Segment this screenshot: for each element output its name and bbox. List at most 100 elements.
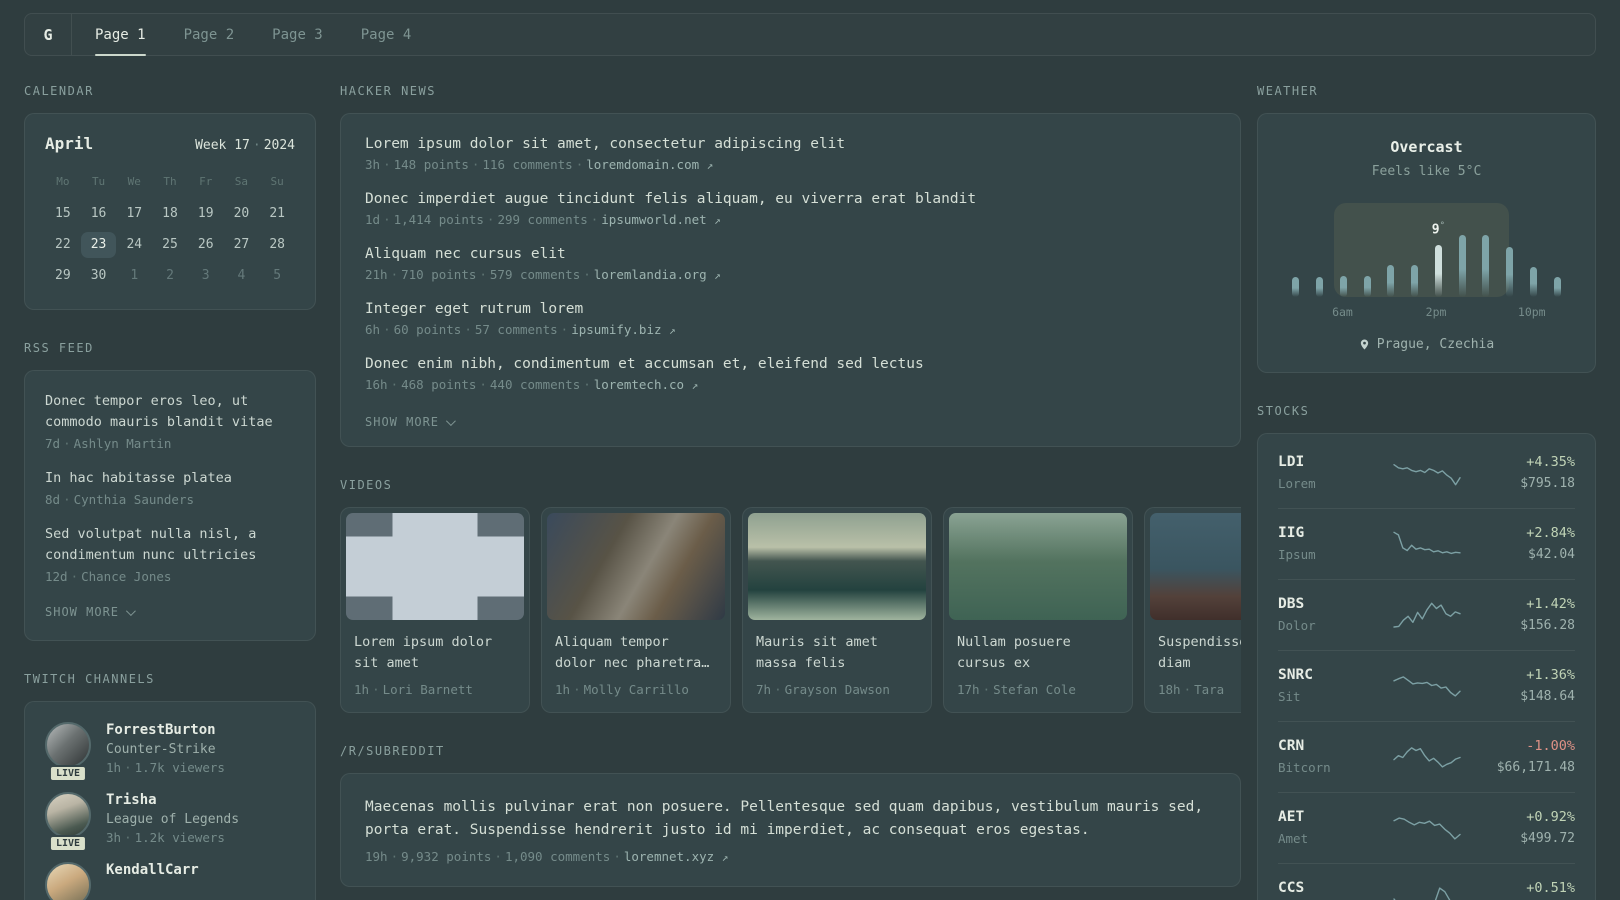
calendar-day: 2 — [166, 268, 174, 283]
twitch-channel-info: Trisha League of Legends 3h · 1.2k viewers — [106, 792, 239, 845]
hackernews-story-title[interactable]: Donec enim nibh, condimentum et accumsan… — [365, 356, 1216, 372]
post-url-link[interactable]: loremnet.xyz ↗ — [624, 849, 728, 864]
video-card[interactable]: Mauris sit amet massa felis 7h · Grayson D… — [742, 507, 932, 713]
hackernews-url-link[interactable]: loremtech.co ↗ — [594, 377, 698, 392]
calendar-day: 20 — [233, 206, 250, 221]
chevron-down-icon — [125, 605, 136, 616]
weather-bar — [1474, 205, 1498, 297]
video-title[interactable]: Lorem ipsum dolor sit amet consectetu… — [354, 632, 516, 674]
app-logo[interactable]: G — [25, 14, 72, 55]
hackernews-story-title[interactable]: Aliquam nec cursus elit — [365, 246, 1216, 262]
page-tabs: Page 1 Page 2 Page 3 Page 4 — [76, 14, 431, 56]
rss-item-title[interactable]: Sed volutpat nulla nisl, a condimentum n… — [45, 524, 295, 566]
rss-item-title[interactable]: In hac habitasse platea — [45, 468, 295, 489]
video-thumbnail[interactable] — [346, 513, 524, 620]
twitch-channel[interactable]: LIVE Trisha League of Legends 3h · 1.2k vi… — [45, 792, 295, 852]
post-comments[interactable]: 1,090 comments — [505, 849, 610, 864]
rss-item: Donec tempor eros leo, ut commodo mauris… — [45, 391, 295, 451]
hackernews-card: Lorem ipsum dolor sit amet, consectetur … — [340, 113, 1241, 447]
video-thumbnail[interactable] — [748, 513, 926, 620]
video-card[interactable]: Lorem ipsum dolor sit amet consectetu… 1… — [340, 507, 530, 713]
video-title[interactable]: Aliquam tempor dolor nec pharetra… — [555, 632, 717, 674]
dot-separator: · — [1183, 682, 1192, 697]
rss-item-title[interactable]: Donec tempor eros leo, ut commodo mauris… — [45, 391, 295, 433]
video-meta: 18h · Tara — [1158, 682, 1225, 697]
hackernews-comments-link[interactable]: 299 comments — [497, 212, 587, 227]
stock-symbol[interactable]: DBS — [1278, 596, 1374, 612]
subreddit-post-title[interactable]: Maecenas mollis pulvinar erat non posuer… — [365, 796, 1216, 842]
hackernews-comments-link[interactable]: 57 comments — [475, 322, 558, 337]
stocks-card: LDI Lorem +4.35% $795.18 IIG Ipsum +2.84… — [1257, 433, 1596, 900]
page-tab[interactable]: Page 3 — [253, 14, 342, 55]
hackernews-story-title[interactable]: Lorem ipsum dolor sit amet, consectetur … — [365, 136, 1216, 152]
stock-symbol[interactable]: IIG — [1278, 525, 1374, 541]
page-tab[interactable]: Page 2 — [165, 14, 254, 55]
rss-show-more-button[interactable]: SHOW MORE — [45, 605, 136, 619]
twitch-channel[interactable]: LIVE ForrestBurton Counter-Strike 1h · 1.7… — [45, 722, 295, 782]
calendar-weekday: Su — [270, 175, 284, 188]
weather-bar: 9° — [1427, 205, 1451, 297]
dot-separator: · — [383, 212, 391, 227]
stock-symbol[interactable]: LDI — [1278, 454, 1374, 470]
page-tab[interactable]: Page 1 — [76, 14, 165, 56]
video-title[interactable]: Nullam posuere cursus ex — [957, 632, 1119, 674]
twitch-channel-name[interactable]: Trisha — [106, 792, 239, 808]
stock-price: $795.18 — [1520, 476, 1575, 491]
calendar-weekday: Fr — [199, 175, 213, 188]
twitch-section: TWITCH CHANNELS LIVE ForrestBurton Count… — [24, 672, 316, 900]
calendar-day: 29 — [55, 268, 71, 283]
calendar-section: CALENDAR April Week 17 · 2024 Mo Tu We Th Fr Sa… — [24, 84, 316, 310]
stock-symbol[interactable]: SNRC — [1278, 667, 1374, 683]
stock-symbol[interactable]: AET — [1278, 809, 1374, 825]
hackernews-comments-link[interactable]: 440 comments — [490, 377, 580, 392]
calendar-day: 4 — [237, 268, 246, 283]
hackernews-section: HACKER NEWS Lorem ipsum dolor sit amet, … — [340, 84, 1241, 447]
stock-values: +0.92% $499.72 — [1479, 809, 1575, 846]
hackernews-url-link[interactable]: ipsumworld.net ↗ — [601, 212, 721, 227]
hackernews-url-link[interactable]: loremlandia.org ↗ — [594, 267, 721, 282]
live-badge: LIVE — [48, 835, 88, 852]
stock-row: DBS Dolor +1.42% $156.28 — [1278, 580, 1575, 651]
hackernews-story: Donec imperdiet augue tincidunt felis al… — [365, 191, 1216, 227]
calendar-day: 5 — [273, 268, 282, 283]
video-card[interactable]: Suspendisse diam 18h · Tara — [1144, 507, 1241, 713]
stock-name: Ipsum — [1278, 547, 1316, 562]
hackernews-comments-link[interactable]: 579 comments — [490, 267, 580, 282]
video-thumbnail[interactable] — [1150, 513, 1241, 620]
weather-bar — [1284, 205, 1308, 297]
video-title[interactable]: Suspendisse diam — [1158, 632, 1241, 674]
location-pin-icon — [1360, 339, 1368, 350]
hackernews-story-title[interactable]: Integer eget rutrum lorem — [365, 301, 1216, 317]
calendar-week-year: Week 17 · 2024 — [195, 138, 295, 153]
video-title[interactable]: Mauris sit amet massa felis — [756, 632, 918, 674]
weather-hour-label — [1307, 305, 1330, 319]
video-thumbnail[interactable] — [547, 513, 725, 620]
calendar-day: 18 — [162, 206, 178, 221]
calendar-day: 27 — [233, 237, 250, 252]
video-card[interactable]: Nullam posuere cursus ex 17h · Stefan Cole — [943, 507, 1133, 713]
weather-bar — [1450, 205, 1474, 297]
hackernews-comments-link[interactable]: 116 comments — [482, 157, 572, 172]
twitch-channel-name[interactable]: KendallCarr — [106, 862, 199, 878]
weather-bar — [1403, 205, 1427, 297]
stock-symbol[interactable]: CCS — [1278, 880, 1374, 896]
video-card[interactable]: Aliquam tempor dolor nec pharetra… 1h · Mo… — [541, 507, 731, 713]
hackernews-show-more-button[interactable]: SHOW MORE — [365, 415, 456, 429]
calendar-day: 30 — [90, 268, 107, 283]
twitch-channel[interactable]: KendallCarr — [45, 862, 295, 900]
calendar-day: 17 — [126, 206, 143, 221]
twitch-channel-name[interactable]: ForrestBurton — [106, 722, 225, 738]
dot-separator: · — [124, 760, 132, 775]
calendar-card: April Week 17 · 2024 Mo Tu We Th Fr Sa Su 15 16 17 1… — [24, 113, 316, 310]
weather-bar — [1355, 205, 1379, 297]
hackernews-story-title[interactable]: Donec imperdiet augue tincidunt felis al… — [365, 191, 1216, 207]
hackernews-url-link[interactable]: loremdomain.com ↗ — [586, 157, 713, 172]
page-tab[interactable]: Page 4 — [342, 14, 431, 55]
stock-values: +0.51% $165.84 — [1479, 880, 1575, 900]
video-thumbnail[interactable] — [949, 513, 1127, 620]
stock-info: SNRC Sit — [1278, 667, 1374, 704]
stock-symbol[interactable]: CRN — [1278, 738, 1374, 754]
stock-name: Amet — [1278, 831, 1309, 846]
hackernews-url-link[interactable]: ipsumify.biz ↗ — [571, 322, 675, 337]
twitch-channel-meta: 3h · 1.2k viewers — [106, 830, 225, 845]
